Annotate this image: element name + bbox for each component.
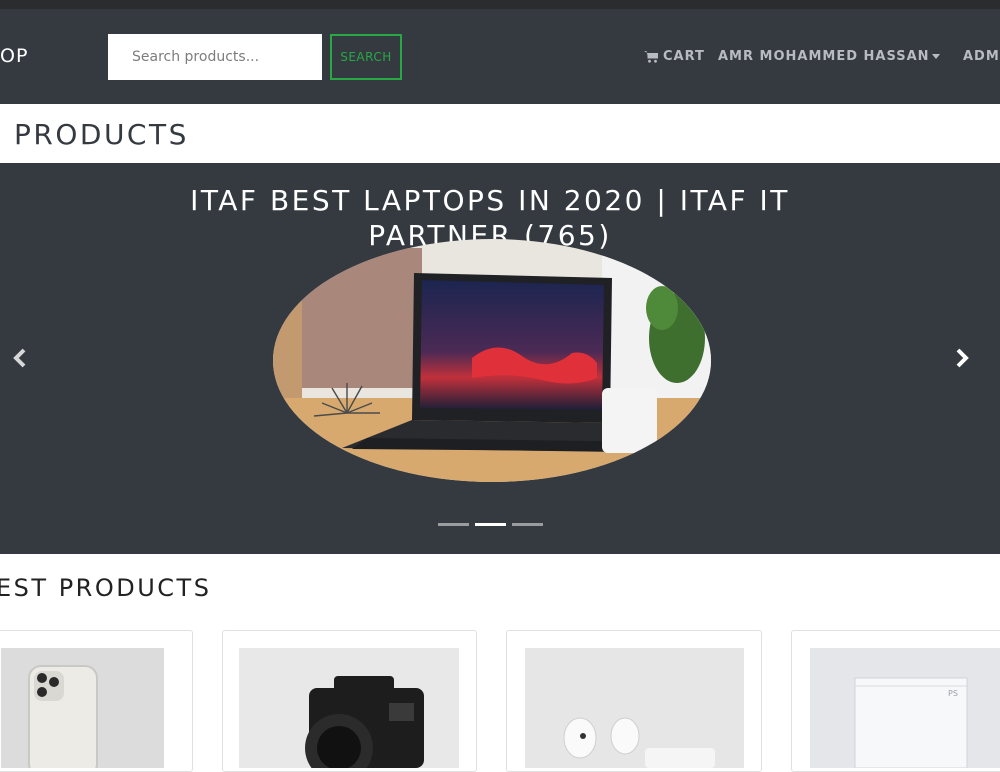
best-products-heading: EST PRODUCTS xyxy=(0,574,212,602)
svg-text:PS: PS xyxy=(948,689,958,698)
page-title: PRODUCTS xyxy=(14,118,189,151)
search-button[interactable]: SEARCH xyxy=(330,34,402,80)
search-input[interactable] xyxy=(108,34,322,80)
carousel-prev-control[interactable] xyxy=(8,343,32,373)
cart-label: CART xyxy=(663,49,705,64)
product-card[interactable] xyxy=(222,630,477,772)
navbar: OP SEARCH CART AMR MOHAMMED HASSAN ADMI xyxy=(0,9,1000,104)
playstation-product-image[interactable]: PS xyxy=(810,648,1000,768)
carousel-indicator-active[interactable] xyxy=(475,523,506,526)
carousel-indicator[interactable] xyxy=(512,523,543,526)
chevron-right-icon xyxy=(956,348,969,368)
brand-logo[interactable]: OP xyxy=(0,45,28,67)
admin-menu-link[interactable]: ADMI xyxy=(963,49,1000,64)
cart-link[interactable]: CART xyxy=(644,49,705,64)
product-card[interactable]: PS xyxy=(791,630,1000,772)
browser-top-strip xyxy=(0,0,1000,9)
carousel-indicator[interactable] xyxy=(438,523,469,526)
chevron-left-icon xyxy=(13,348,26,368)
carousel-indicators xyxy=(438,523,543,526)
camera-product-image[interactable] xyxy=(239,648,459,768)
airpods-product-image[interactable] xyxy=(525,648,744,768)
user-menu-dropdown[interactable]: AMR MOHAMMED HASSAN xyxy=(718,49,940,64)
cart-icon xyxy=(644,51,659,63)
carousel-next-control[interactable] xyxy=(950,343,974,373)
product-card[interactable] xyxy=(0,630,193,772)
iphone-product-image[interactable] xyxy=(1,648,164,768)
caret-down-icon xyxy=(931,54,940,59)
product-card[interactable] xyxy=(506,630,762,772)
user-name: AMR MOHAMMED HASSAN xyxy=(718,49,930,64)
laptop-product-image[interactable] xyxy=(272,238,712,483)
product-carousel: ITAF BEST LAPTOPS IN 2020 | ITAF IT PART… xyxy=(0,163,1000,554)
